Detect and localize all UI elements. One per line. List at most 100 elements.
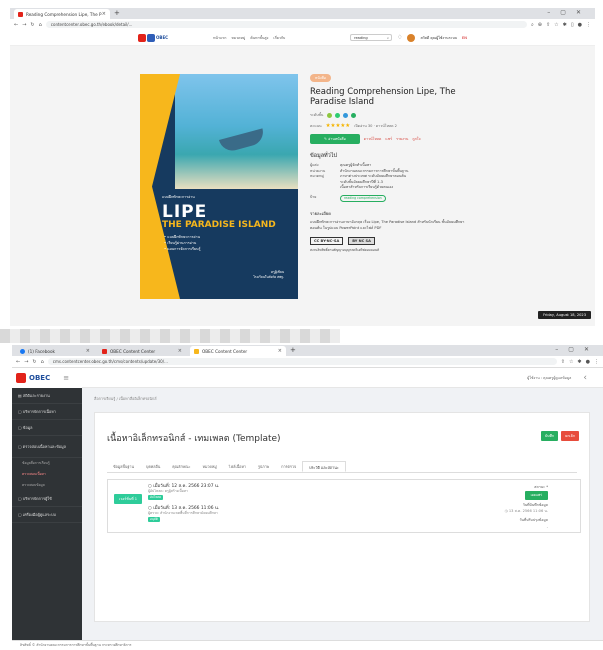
browser-tab-obec-active[interactable]: OBEC Content Center × <box>190 346 286 356</box>
tab-people[interactable]: บุคคลอื่น <box>140 461 166 472</box>
hamburger-icon[interactable]: ≡ <box>63 374 69 382</box>
field-value: เนื้อหาสำหรับการเรียนรู้ด้วยตนเอง <box>340 185 394 189</box>
nav-categories[interactable]: หมวดหมู่ <box>231 35 245 41</box>
tab-images[interactable]: รูปภาพ <box>252 461 275 472</box>
site-logo[interactable]: OBEC <box>138 33 169 42</box>
report-link[interactable]: รายงาน <box>396 136 408 142</box>
logo-mark-red <box>138 33 146 42</box>
bell-icon[interactable]: ♢ <box>397 34 402 41</box>
home-icon[interactable]: ⌂ <box>39 22 42 28</box>
save-button[interactable]: บันทึก <box>540 431 559 441</box>
tab-label: Reading Comprehension Lipe, The P <box>26 11 102 17</box>
sidebar-subitem[interactable]: ข้อมูลสื่อการเรียนรู้ <box>12 458 82 469</box>
version-button[interactable]: เวอร์ชั่นที่ 1 <box>114 494 143 504</box>
user-name[interactable]: สวัสดี คุณผู้ใช้งานระบบ <box>420 35 457 41</box>
close-tab-icon[interactable]: × <box>102 11 106 17</box>
cover-title: LIPE <box>162 202 208 222</box>
window-controls[interactable]: –▢✕ <box>555 346 599 353</box>
tab-attributes[interactable]: คุณลักษณะ <box>166 461 196 472</box>
home-icon[interactable]: ⌂ <box>41 359 44 365</box>
general-info-table: ผู้แต่ง คุณครูผู้จัดทำเนื้อหา หน่วยงาน สำน… <box>310 163 465 202</box>
search-value: reading <box>354 35 368 40</box>
close-tab-icon[interactable]: × <box>278 348 282 354</box>
menu-icon[interactable]: ⋮ <box>594 359 599 365</box>
top-user[interactable]: ผู้ใช้งาน : คุณครูผู้ดูแลข้อมูล <box>527 375 571 381</box>
cover-bullets: • แบบฝึกทักษะการอ่าน • เรียนรู้ผ่านการอ่… <box>164 234 200 252</box>
reload-icon[interactable]: ↻ <box>30 22 34 28</box>
sidebar-subitem-active[interactable]: ตรวจสอบเนื้อหา <box>12 469 82 480</box>
search-icon[interactable]: ⌕ <box>387 36 389 40</box>
zoom-icon[interactable]: ⊕ <box>538 22 542 28</box>
entry-user: ผู้ตรวจ: สำนักงานเขตพื้นที่การศึกษามัธยม… <box>148 511 218 515</box>
category-pill[interactable]: หนังสือ <box>310 74 331 82</box>
back-icon[interactable]: ← <box>16 359 20 365</box>
general-info-heading: ข้อมูลทั่วไป <box>310 153 338 159</box>
tag-chip[interactable]: reading comprehension <box>340 194 386 202</box>
avatar[interactable] <box>407 33 416 42</box>
status-button[interactable]: เผยแพร่ <box>524 491 548 500</box>
url-bar[interactable]: cms.contentcenter.obec.go.th/cms/content… <box>47 358 557 365</box>
profile-icon[interactable]: ● <box>578 22 582 28</box>
book-cover[interactable]: แบบฝึกทักษะการอ่าน LIPE THE PARADISE ISL… <box>140 74 298 299</box>
read-button[interactable]: ✎ อ่านหนังสือ <box>310 134 360 144</box>
browser-tab-facebook[interactable]: (1) Facebook × <box>16 346 94 356</box>
nav-home[interactable]: หน้าแรก <box>213 35 226 41</box>
new-tab-icon[interactable]: + <box>114 9 120 17</box>
extensions-icon[interactable]: ✱ <box>563 22 567 28</box>
tab-basic[interactable]: ข้อมูลพื้นฐาน <box>107 461 140 472</box>
url-bar[interactable]: contentcenter.obec.go.th/ebook/detail/..… <box>45 21 527 28</box>
share-icon[interactable]: ⇪ <box>546 22 550 28</box>
date-tooltip: Friday, August 18, 2023 <box>538 311 591 319</box>
like-link[interactable]: ถูกใจ <box>412 136 420 142</box>
site-search-input[interactable]: reading ⌕ <box>350 34 393 41</box>
cc-badge: BY NC SA <box>348 237 375 245</box>
reload-icon[interactable]: ↻ <box>32 359 36 365</box>
nav-about[interactable]: เกี่ยวกับ <box>273 35 285 41</box>
menu-icon[interactable]: ⋮ <box>586 22 591 28</box>
content-area: แบบฝึกทักษะการอ่าน LIPE THE PARADISE ISL… <box>10 46 595 326</box>
sidebar-logo[interactable]: OBEC <box>29 374 50 382</box>
star-icon[interactable]: ☆ <box>569 359 573 365</box>
tab-history[interactable]: ประวัติ และสถานะ <box>302 461 346 472</box>
tab-review[interactable]: การตรวจ <box>275 461 302 472</box>
tab-category[interactable]: หมวดหมู่ <box>197 461 223 472</box>
browser-tab-obec[interactable]: OBEC Content Center × <box>98 346 186 356</box>
sidebar-item-data[interactable]: ▢ ข้อมูล <box>12 420 82 436</box>
star-icon[interactable]: ☆ <box>554 22 558 28</box>
share-link[interactable]: แชร์ <box>385 136 392 142</box>
cover-title-2: THE PARADISE ISLAND <box>162 220 276 230</box>
sidebar-item-label: สถิติและรายงาน <box>22 393 50 398</box>
close-tab-icon[interactable]: × <box>178 348 182 354</box>
sidebar-subitem[interactable]: ตรวจสอบข้อมูล <box>12 480 82 491</box>
collapse-icon[interactable]: ‹ <box>583 373 587 383</box>
forward-icon[interactable]: → <box>24 359 28 365</box>
entry-tag: อนุมัติ <box>148 517 160 522</box>
star-rating[interactable]: ★★★★★ <box>326 123 351 129</box>
sidebar-item-review[interactable]: ▢ ตรวจสอบเนื้อหาและข้อมูล <box>12 436 82 458</box>
sidebar-item-users[interactable]: ▢ บริหารจัดการผู้ใช้ <box>12 491 82 507</box>
search-icon[interactable]: ⌕ <box>531 22 534 28</box>
download-link[interactable]: ดาวน์โหลด <box>364 136 382 142</box>
share-icon[interactable]: ⇪ <box>561 359 565 365</box>
extensions-icon[interactable]: ✱ <box>577 359 581 365</box>
sidebar-item-stats[interactable]: ▤ สถิติและรายงาน <box>12 388 82 404</box>
cancel-button[interactable]: ยกเลิก <box>561 431 579 441</box>
window-controls[interactable]: –▢✕ <box>547 9 591 16</box>
sidepanel-icon[interactable]: ▯ <box>571 22 574 28</box>
browser-tab[interactable]: Reading Comprehension Lipe, The P × <box>14 9 110 19</box>
forward-icon[interactable]: → <box>22 22 26 28</box>
nav-advanced-search[interactable]: ค้นหาขั้นสูง <box>250 35 268 41</box>
close-tab-icon[interactable]: × <box>86 348 90 354</box>
site-header: OBEC หน้าแรก หมวดหมู่ ค้นหาขั้นสูง เกี่ย… <box>10 30 595 46</box>
new-tab-icon[interactable]: + <box>290 346 296 354</box>
sidebar-item-content[interactable]: ▢ บริหารจัดการเนื้อหา <box>12 404 82 420</box>
site-nav: หน้าแรก หมวดหมู่ ค้นหาขั้นสูง เกี่ยวกับ <box>213 35 285 41</box>
card-actions: บันทึก ยกเลิก <box>540 431 579 441</box>
logo-text: OBEC <box>156 35 169 40</box>
tab-files[interactable]: ไฟล์เนื้อหา <box>223 461 252 472</box>
breadcrumb[interactable]: สื่อการเรียนรู้ / เนื้อหาสื่ออิเล็กทรอนิ… <box>82 388 603 410</box>
sidebar-item-tools[interactable]: ▢ เครื่องมือผู้ดูแลระบบ <box>12 507 82 523</box>
language-switch[interactable]: EN <box>462 36 467 40</box>
profile-icon[interactable]: ● <box>586 359 590 365</box>
back-icon[interactable]: ← <box>14 22 18 28</box>
